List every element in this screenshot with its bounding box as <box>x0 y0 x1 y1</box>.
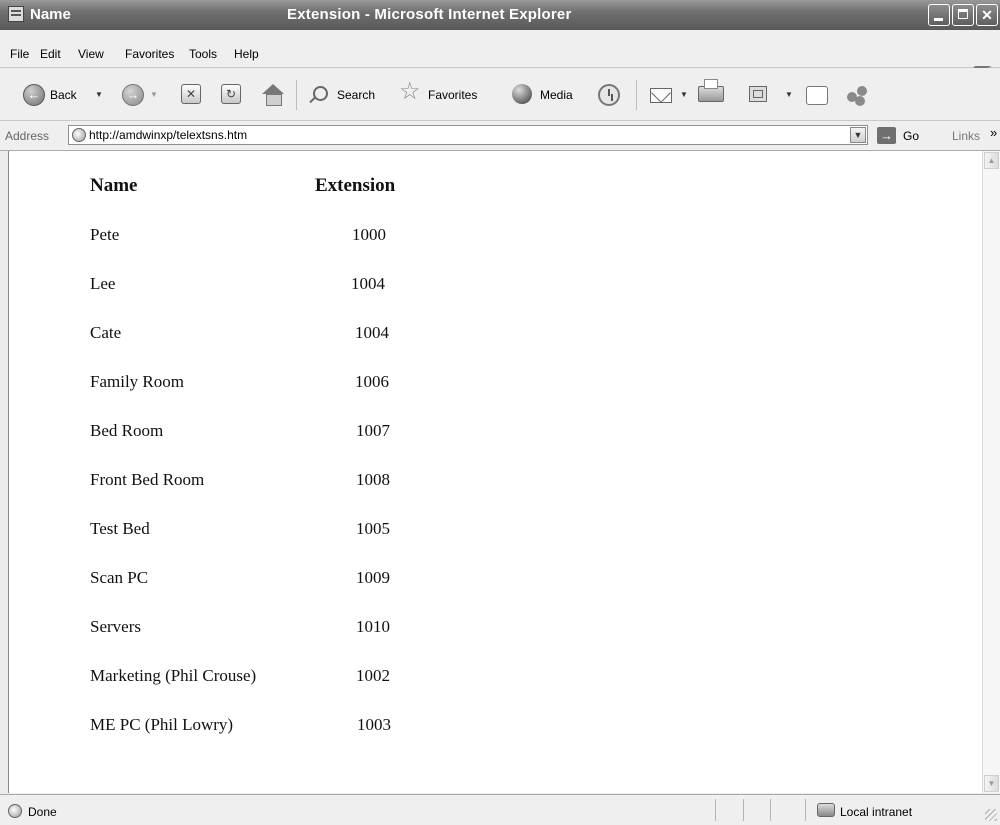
scroll-up-icon[interactable]: ▲ <box>984 152 999 169</box>
media-icon[interactable] <box>512 84 532 104</box>
title-bar[interactable]: Name Extension - Microsoft Internet Expl… <box>0 0 1000 30</box>
menu-file[interactable]: File <box>10 47 29 61</box>
menu-favorites[interactable]: Favorites <box>125 47 174 61</box>
address-input[interactable] <box>89 128 839 142</box>
go-arrow-icon[interactable]: → <box>877 127 896 144</box>
maximize-button[interactable] <box>952 4 974 26</box>
row-extension: 1003 <box>357 715 391 734</box>
back-dropdown-icon[interactable]: ▼ <box>95 90 103 99</box>
search-icon[interactable] <box>313 86 328 101</box>
minimize-button[interactable] <box>928 4 950 26</box>
status-divider <box>805 799 806 821</box>
column-header-name: Name <box>90 175 138 196</box>
row-name: Lee <box>90 274 116 293</box>
links-chevron-icon[interactable]: » <box>990 125 997 140</box>
address-dropdown-icon[interactable]: ▼ <box>850 127 866 143</box>
row-name: Bed Room <box>90 421 164 440</box>
media-button-label[interactable]: Media <box>540 88 573 102</box>
menu-bar: File Edit View Favorites Tools Help <box>0 30 1000 84</box>
menu-tools[interactable]: Tools <box>189 47 217 61</box>
column-header-extension: Extension <box>315 175 396 196</box>
search-button-label[interactable]: Search <box>337 88 375 102</box>
forward-dropdown-icon[interactable]: ▼ <box>150 90 158 99</box>
mail-dropdown-icon[interactable]: ▼ <box>680 90 688 99</box>
row-name: Scan PC <box>90 568 149 587</box>
refresh-icon[interactable]: ↻ <box>221 84 241 104</box>
home-icon[interactable] <box>262 84 284 106</box>
address-label: Address <box>5 129 50 143</box>
address-bar: Address ▼ → Go Links » <box>0 121 1000 151</box>
row-extension: 1005 <box>356 519 390 538</box>
messenger-icon[interactable] <box>845 84 871 106</box>
status-divider <box>715 799 716 821</box>
favorites-star-icon[interactable]: ☆ <box>399 80 421 104</box>
row-name: Servers <box>90 617 141 636</box>
row-name: Front Bed Room <box>90 470 205 489</box>
menu-edit[interactable]: Edit <box>40 47 61 61</box>
favorites-button-label[interactable]: Favorites <box>428 88 477 102</box>
menu-view[interactable]: View <box>78 47 104 61</box>
status-page-icon <box>8 804 22 818</box>
row-extension: 1004 <box>351 274 385 293</box>
row-extension: 1002 <box>356 666 390 685</box>
status-text: Done <box>28 805 57 819</box>
window-title: Extension - Microsoft Internet Explorer <box>287 6 572 23</box>
page-icon <box>8 6 24 22</box>
forward-arrow-icon[interactable]: → <box>122 84 144 106</box>
print-icon[interactable] <box>698 79 724 102</box>
discuss-icon[interactable] <box>806 86 828 105</box>
edit-icon[interactable] <box>749 86 767 102</box>
row-name: Test Bed <box>90 519 150 538</box>
security-zone-label: Local intranet <box>840 805 913 819</box>
toolbar-separator <box>296 80 297 110</box>
browser-window: Name Extension - Microsoft Internet Expl… <box>0 0 1000 825</box>
address-field[interactable]: ▼ <box>68 125 868 145</box>
toolbar-separator <box>636 80 637 110</box>
row-extension: 1000 <box>352 225 386 244</box>
back-arrow-icon[interactable]: ← <box>23 84 45 106</box>
row-extension: 1006 <box>355 372 389 391</box>
ie-page-icon <box>72 128 86 142</box>
scroll-down-icon[interactable]: ▼ <box>984 775 999 792</box>
mail-icon[interactable] <box>650 88 672 103</box>
row-extension: 1008 <box>356 470 390 489</box>
toolbar: ← Back ▼ → ▼ ✕ ↻ Search ☆ Favorites Medi… <box>0 68 1000 121</box>
menu-help[interactable]: Help <box>234 47 259 61</box>
edit-dropdown-icon[interactable]: ▼ <box>785 90 793 99</box>
row-extension: 1010 <box>356 617 390 636</box>
resize-grip-icon[interactable] <box>985 809 997 821</box>
status-bar: Done Local intranet <box>0 794 1000 825</box>
close-button[interactable]: ✕ <box>976 4 998 26</box>
row-name: Marketing (Phil Crouse) <box>90 666 257 685</box>
status-divider <box>770 799 771 821</box>
row-name: Family Room <box>90 372 184 391</box>
row-extension: 1007 <box>356 421 390 440</box>
go-button-label[interactable]: Go <box>903 129 919 143</box>
stop-icon[interactable]: ✕ <box>181 84 201 104</box>
row-name: Pete <box>90 225 120 244</box>
row-extension: 1004 <box>355 323 389 342</box>
history-icon[interactable] <box>598 84 620 106</box>
page-viewport: Name Extension Pete 1000 Lee 1004 Cate 1004 Fa… <box>8 151 983 793</box>
window-title-name: Name <box>30 6 71 23</box>
status-divider <box>743 799 744 821</box>
intranet-zone-icon <box>817 803 835 817</box>
row-extension: 1009 <box>356 568 390 587</box>
row-name: ME PC (Phil Lowry) <box>90 715 234 734</box>
back-button-label[interactable]: Back <box>50 88 77 102</box>
links-label[interactable]: Links <box>952 129 980 143</box>
vertical-scrollbar[interactable]: ▲ ▼ <box>982 151 1000 793</box>
row-name: Cate <box>90 323 122 342</box>
